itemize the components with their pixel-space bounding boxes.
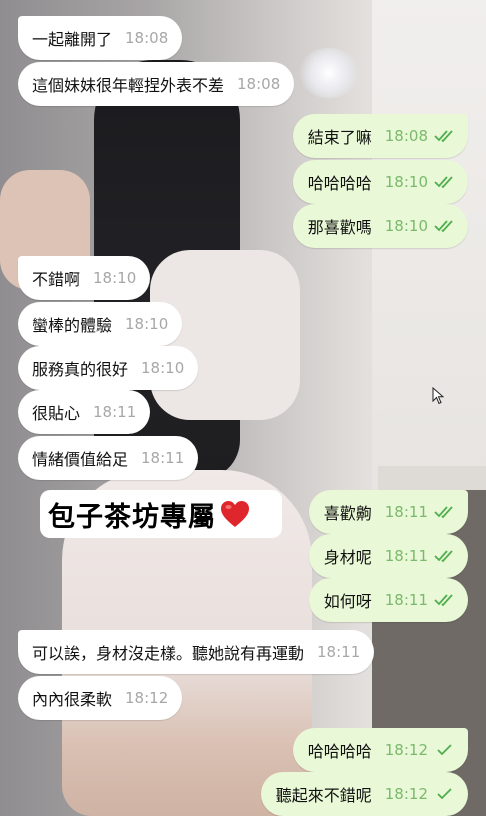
message-bubble-outgoing[interactable]: 結束了嘛 18:08 (292, 114, 468, 158)
message-time: 18:11 (141, 449, 185, 467)
message-bubble-outgoing[interactable]: 那喜歡嗎 18:10 (292, 204, 468, 248)
message-time: 18:08 (384, 127, 428, 145)
message-text: 喜歡齁 (323, 504, 372, 523)
message-time: 18:10 (384, 173, 428, 191)
message-bubble-incoming[interactable]: 情緒價值給足 18:11 (18, 436, 199, 480)
double-check-icon (434, 505, 456, 519)
message-time: 18:10 (384, 217, 428, 235)
message-text: 身材呢 (323, 548, 372, 567)
message-text: 那喜歡嗎 (307, 218, 372, 237)
message-bubble-incoming[interactable]: 很貼心 18:11 (18, 390, 151, 434)
message-text: 如何呀 (323, 592, 372, 611)
message-text: 蠻棒的體驗 (32, 316, 113, 335)
message-time: 18:08 (237, 75, 281, 93)
message-time: 18:12 (125, 689, 169, 707)
message-text: 這個妹妹很年輕捏外表不差 (32, 76, 225, 95)
message-bubble-incoming[interactable]: 蠻棒的體驗 18:10 (18, 302, 183, 346)
message-bubble-incoming[interactable]: 服務真的很好 18:10 (18, 346, 199, 390)
message-bubble-incoming[interactable]: 一起離開了 18:08 (18, 16, 183, 60)
message-bubble-incoming[interactable]: 不錯啊 18:10 (18, 256, 151, 300)
message-bubble-incoming[interactable]: 可以誒，身材沒走樣。聽她說有再運動 18:11 (18, 630, 375, 674)
message-time: 18:10 (125, 315, 169, 333)
message-text: 服務真的很好 (32, 360, 129, 379)
background-lamp (298, 48, 360, 98)
double-check-icon (434, 219, 456, 233)
message-bubble-outgoing[interactable]: 哈哈哈哈 18:12 (292, 728, 468, 772)
message-time: 18:11 (384, 547, 428, 565)
message-text: 可以誒，身材沒走樣。聽她說有再運動 (32, 644, 305, 663)
message-text: 情緒價值給足 (32, 450, 129, 469)
message-time: 18:11 (317, 643, 361, 661)
double-check-icon (434, 129, 456, 143)
double-check-icon (434, 549, 456, 563)
message-text: 很貼心 (32, 404, 81, 423)
message-bubble-outgoing[interactable]: 如何呀 18:11 (308, 578, 468, 622)
message-bubble-incoming[interactable]: 內內很柔軟 18:12 (18, 676, 183, 720)
message-text: 內內很柔軟 (32, 690, 113, 709)
message-time: 18:11 (384, 591, 428, 609)
message-bubble-outgoing[interactable]: 喜歡齁 18:11 (308, 490, 468, 534)
double-check-icon (434, 593, 456, 607)
message-text: 聽起來不錯呢 (275, 786, 372, 805)
message-time: 18:08 (125, 29, 169, 47)
message-time: 18:11 (384, 503, 428, 521)
sticker-text: 包子茶坊專屬 (48, 501, 216, 533)
mouse-pointer-icon (432, 386, 445, 405)
message-text: 哈哈哈哈 (307, 742, 372, 761)
background-counter (378, 466, 486, 492)
message-time: 18:11 (93, 403, 137, 421)
message-text: 一起離開了 (32, 30, 113, 49)
message-time: 18:12 (384, 785, 428, 803)
message-text: 不錯啊 (32, 270, 81, 289)
message-bubble-outgoing[interactable]: 聽起來不錯呢 18:12 (260, 772, 468, 816)
message-text: 哈哈哈哈 (307, 174, 372, 193)
single-check-icon (434, 743, 456, 757)
message-time: 18:10 (141, 359, 185, 377)
heart-icon (220, 500, 250, 528)
message-bubble-incoming[interactable]: 這個妹妹很年輕捏外表不差 18:08 (18, 62, 295, 106)
message-bubble-outgoing[interactable]: 身材呢 18:11 (308, 534, 468, 578)
message-time: 18:10 (93, 269, 137, 287)
single-check-icon (434, 787, 456, 801)
message-text: 結束了嘛 (307, 128, 372, 147)
watermark-sticker: 包子茶坊專屬 (40, 490, 282, 538)
double-check-icon (434, 175, 456, 189)
message-bubble-outgoing[interactable]: 哈哈哈哈 18:10 (292, 160, 468, 204)
message-time: 18:12 (384, 741, 428, 759)
